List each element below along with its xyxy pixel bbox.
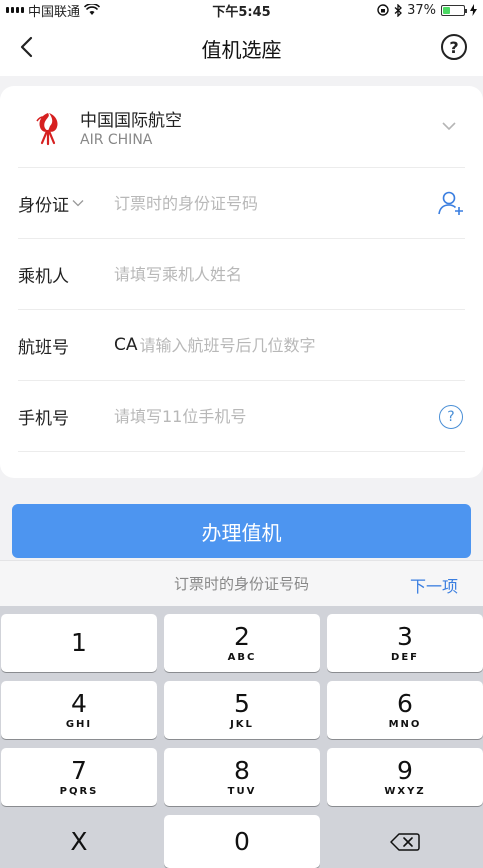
numeric-keypad: 1 2 ABC 3 DEF 4 GHI 5 JKL 6 MNO 7 PQRS 8… (0, 606, 483, 868)
battery-percent: 37% (407, 2, 436, 18)
phone-help-icon[interactable]: ? (439, 405, 463, 429)
chevron-down-icon[interactable] (441, 120, 457, 132)
key-digit: 3 (397, 622, 413, 651)
keyboard-hint: 订票时的身份证号码 (173, 575, 309, 593)
key-6[interactable]: 6 MNO (327, 681, 483, 739)
key-x[interactable]: X (1, 815, 157, 868)
key-9[interactable]: 9 WXYZ (327, 748, 483, 806)
key-4[interactable]: 4 GHI (1, 681, 157, 739)
key-2[interactable]: 2 ABC (164, 614, 320, 672)
passenger-label: 乘机人 (18, 266, 69, 287)
key-letters: GHI (65, 719, 93, 730)
bluetooth-icon (394, 3, 403, 17)
key-1[interactable]: 1 (1, 614, 157, 672)
battery-level (443, 6, 451, 14)
passenger-name-input[interactable] (114, 264, 414, 284)
flight-label: 航班号 (18, 337, 69, 358)
signal-icon (6, 7, 24, 13)
orientation-lock-icon (377, 4, 389, 16)
key-letters: PQRS (59, 786, 99, 797)
key-digit: 9 (397, 756, 413, 785)
add-passenger-icon[interactable] (437, 189, 465, 217)
status-bar: 中国联通 下午5:45 37% (0, 0, 483, 20)
key-letters: JKL (230, 719, 254, 730)
key-8[interactable]: 8 TUV (164, 748, 320, 806)
battery-icon (441, 4, 467, 16)
charging-icon (470, 4, 477, 16)
phone-label: 手机号 (18, 408, 69, 429)
key-letters: ABC (227, 652, 257, 663)
checkin-form-card: 中国国际航空 AIR CHINA 身份证 乘机人 航班号 CA 手机号 (0, 86, 483, 478)
nav-bar: 值机选座 ? (0, 20, 483, 76)
key-letters: DEF (391, 652, 419, 663)
air-china-logo-icon (36, 112, 58, 145)
key-letters: TUV (227, 786, 257, 797)
id-row: 身份证 (18, 168, 465, 239)
key-digit: 2 (234, 622, 250, 651)
status-left: 中国联通 (6, 1, 166, 20)
key-digit: 8 (234, 756, 250, 785)
checkin-submit-button[interactable]: 办理值机 (12, 504, 471, 558)
passenger-row: 乘机人 (18, 239, 465, 310)
key-digit: 4 (71, 689, 87, 718)
key-5[interactable]: 5 JKL (164, 681, 320, 739)
phone-input[interactable] (114, 406, 414, 426)
airline-selector[interactable]: 中国国际航空 AIR CHINA (18, 86, 465, 168)
key-digit: 1 (71, 628, 87, 657)
key-x-label: X (70, 827, 88, 856)
key-letters: WXYZ (384, 786, 426, 797)
status-right: 37% (317, 3, 477, 18)
key-digit: 7 (71, 756, 87, 785)
status-time: 下午5:45 (212, 4, 271, 20)
chevron-down-icon (72, 200, 84, 207)
next-field-button[interactable]: 下一项 (410, 573, 458, 597)
back-icon[interactable] (14, 32, 44, 62)
flight-number-input[interactable] (139, 335, 440, 355)
keyboard-accessory-bar: 订票时的身份证号码 下一项 (0, 560, 483, 606)
key-7[interactable]: 7 PQRS (1, 748, 157, 806)
page-title: 值机选座 (201, 37, 282, 62)
airline-name-cn: 中国国际航空 (80, 110, 182, 131)
phone-row: 手机号 ? (18, 381, 465, 452)
delete-icon (390, 832, 420, 851)
airline-name-en: AIR CHINA (80, 131, 153, 148)
key-digit: 5 (234, 689, 250, 718)
key-letters: MNO (388, 719, 422, 730)
key-0[interactable]: 0 (164, 815, 320, 868)
flight-prefix: CA (114, 335, 138, 355)
flight-row: 航班号 CA (18, 310, 465, 381)
id-number-input[interactable] (114, 193, 414, 213)
carrier-name: 中国联通 (28, 4, 81, 20)
id-label: 身份证 (18, 195, 69, 216)
delete-key[interactable] (327, 815, 483, 868)
wifi-icon (84, 4, 101, 15)
key-digit: 0 (234, 826, 250, 856)
help-icon[interactable]: ? (441, 34, 467, 60)
key-3[interactable]: 3 DEF (327, 614, 483, 672)
airline-names: 中国国际航空 AIR CHINA (80, 106, 182, 148)
id-type-selector[interactable]: 身份证 (18, 191, 114, 216)
key-digit: 6 (397, 689, 413, 718)
